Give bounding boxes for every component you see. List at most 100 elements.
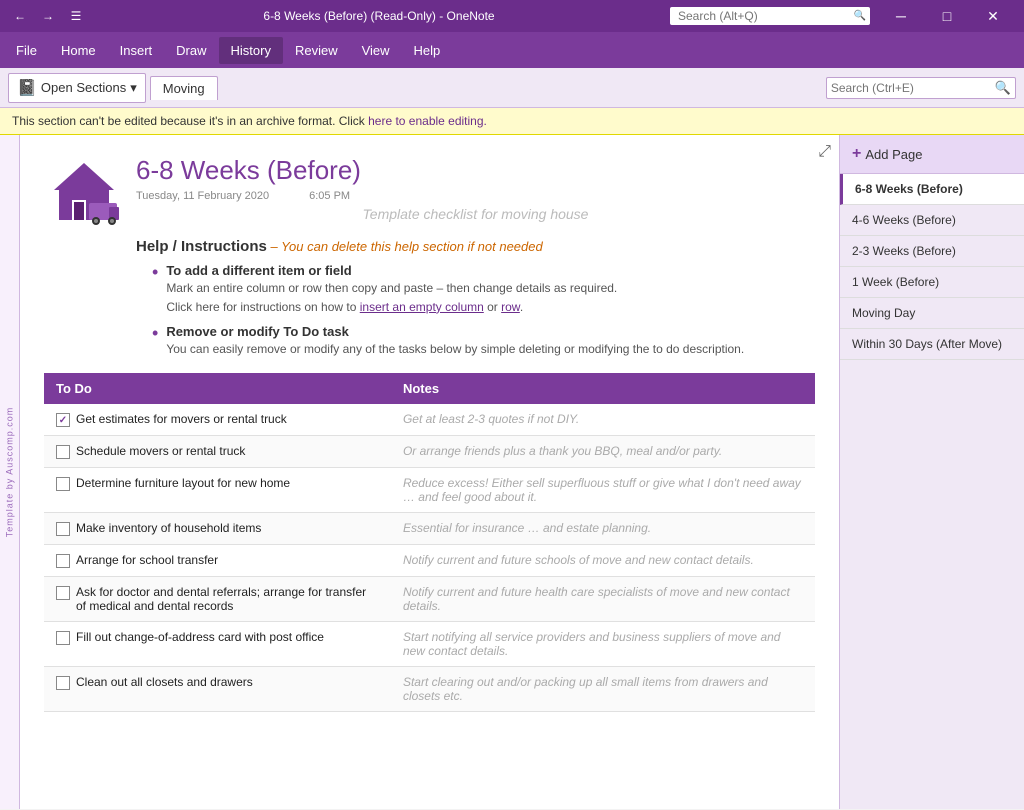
window-title: 6-8 Weeks (Before) (Read-Only) - OneNote (88, 9, 670, 23)
bullet-icon: • (152, 263, 158, 281)
menu-history[interactable]: History (219, 37, 283, 64)
chevron-down-icon: ▾ (130, 80, 137, 96)
menu-home[interactable]: Home (49, 37, 108, 64)
page-item-0[interactable]: 6-8 Weeks (Before) (840, 174, 1024, 205)
task-text-1: Schedule movers or rental truck (76, 444, 245, 458)
toolbar-search: 🔍 (826, 77, 1016, 99)
open-sections-label: Open Sections (41, 80, 126, 95)
help-item-1: • Remove or modify To Do task You can ea… (152, 324, 815, 358)
page-time-value: 6:05 PM (309, 190, 350, 202)
todo-cell-0: Get estimates for movers or rental truck (44, 404, 391, 436)
page-item-4[interactable]: Moving Day (840, 298, 1024, 329)
page-title: 6-8 Weeks (Before) (44, 155, 815, 186)
house-svg (44, 155, 124, 225)
menu-view[interactable]: View (350, 37, 402, 64)
checkbox-7[interactable] (56, 676, 70, 690)
page-list: 6-8 Weeks (Before)4-6 Weeks (Before)2-3 … (840, 174, 1024, 809)
table-row: Clean out all closets and drawersStart c… (44, 667, 815, 712)
watermark: Template by Auscomp.com (0, 135, 20, 809)
search-input[interactable] (831, 81, 991, 95)
table-row: Ask for doctor and dental referrals; arr… (44, 577, 815, 622)
checkbox-1[interactable] (56, 445, 70, 459)
search-icon: 🔍 (995, 80, 1011, 96)
note-cell-3: Essential for insurance … and estate pla… (391, 513, 815, 545)
page-item-3[interactable]: 1 Week (Before) (840, 267, 1024, 298)
checkbox-6[interactable] (56, 631, 70, 645)
row-link[interactable]: row (501, 300, 520, 314)
help-item-1-line0: You can easily remove or modify any of t… (166, 341, 744, 358)
checkbox-5[interactable] (56, 586, 70, 600)
window-controls[interactable]: ─ □ ✕ (878, 0, 1016, 32)
page-item-1[interactable]: 4-6 Weeks (Before) (840, 205, 1024, 236)
minimize-button[interactable]: ─ (878, 0, 924, 32)
todo-cell-7: Clean out all closets and drawers (44, 667, 391, 712)
menu-file[interactable]: File (4, 37, 49, 64)
task-text-6: Fill out change-of-address card with pos… (76, 630, 324, 644)
menu-button[interactable]: ☰ (64, 4, 88, 28)
title-search-wrap (670, 7, 870, 25)
right-panel: + Add Page 6-8 Weeks (Before)4-6 Weeks (… (839, 135, 1024, 809)
todo-cell-6: Fill out change-of-address card with pos… (44, 622, 391, 667)
menu-review[interactable]: Review (283, 37, 350, 64)
help-title: Help / Instructions (136, 238, 267, 255)
help-section: Help / Instructions – You can delete thi… (136, 238, 815, 357)
col-notes: Notes (391, 373, 815, 404)
table-row: Arrange for school transfer Notify curren… (44, 545, 815, 577)
table-row: Get estimates for movers or rental truck… (44, 404, 815, 436)
add-icon: + (852, 145, 861, 163)
help-item-0: • To add a different item or field Mark … (152, 263, 815, 316)
page-date: Tuesday, 11 February 2020 6:05 PM (136, 190, 815, 202)
task-text-3: Make inventory of household items (76, 521, 261, 535)
close-button[interactable]: ✕ (970, 0, 1016, 32)
toolbar: 📓 Open Sections ▾ Moving 🔍 (0, 68, 1024, 108)
add-page-button[interactable]: + Add Page (840, 135, 1024, 174)
enable-editing-link[interactable]: here to enable editing. (368, 114, 487, 128)
add-page-label: Add Page (865, 147, 922, 162)
checkbox-2[interactable] (56, 477, 70, 491)
content-area: ⤢ 6-8 Weeks (Before) Tuesday, 11 (20, 135, 839, 809)
forward-button[interactable]: → (36, 4, 60, 28)
page-item-5[interactable]: Within 30 Days (After Move) (840, 329, 1024, 360)
menu-insert[interactable]: Insert (108, 37, 165, 64)
task-table: To Do Notes Get estimates for movers or … (44, 373, 815, 712)
page-subtitle: Template checklist for moving house (44, 206, 815, 222)
table-row: Make inventory of household items Essenti… (44, 513, 815, 545)
col-todo: To Do (44, 373, 391, 404)
menu-bar: File Home Insert Draw History Review Vie… (0, 32, 1024, 68)
title-search-input[interactable] (670, 7, 870, 25)
notebook-icon: 📓 (17, 78, 37, 98)
notification-text: This section can't be edited because it'… (12, 114, 365, 128)
main-layout: Template by Auscomp.com ⤢ 6-8 (0, 135, 1024, 809)
checkbox-0[interactable] (56, 413, 70, 427)
title-bar: ← → ☰ 6-8 Weeks (Before) (Read-Only) - O… (0, 0, 1024, 32)
note-cell-1: Or arrange friends plus a thank you BBQ,… (391, 436, 815, 468)
insert-column-link[interactable]: insert an empty column (360, 300, 484, 314)
moving-tab[interactable]: Moving (150, 76, 218, 100)
task-text-5: Ask for doctor and dental referrals; arr… (76, 585, 379, 613)
menu-help[interactable]: Help (402, 37, 453, 64)
bullet-icon-2: • (152, 324, 158, 342)
note-cell-4: Notify current and future schools of mov… (391, 545, 815, 577)
page-date-value: Tuesday, 11 February 2020 (136, 190, 269, 202)
task-text-0: Get estimates for movers or rental truck (76, 412, 287, 426)
open-sections-button[interactable]: 📓 Open Sections ▾ (8, 73, 146, 103)
table-row: Fill out change-of-address card with pos… (44, 622, 815, 667)
note-cell-2: Reduce excess! Either sell superfluous s… (391, 468, 815, 513)
todo-cell-1: Schedule movers or rental truck (44, 436, 391, 468)
help-item-0-line0: Mark an entire column or row then copy a… (166, 280, 617, 297)
checkbox-4[interactable] (56, 554, 70, 568)
title-bar-controls[interactable]: ← → ☰ (8, 4, 88, 28)
notification-bar: This section can't be edited because it'… (0, 108, 1024, 135)
task-text-4: Arrange for school transfer (76, 553, 218, 567)
expand-button[interactable]: ⤢ (818, 143, 831, 161)
page-item-2[interactable]: 2-3 Weeks (Before) (840, 236, 1024, 267)
menu-draw[interactable]: Draw (164, 37, 218, 64)
restore-button[interactable]: □ (924, 0, 970, 32)
checkbox-3[interactable] (56, 522, 70, 536)
table-row: Schedule movers or rental truck Or arrang… (44, 436, 815, 468)
note-cell-5: Notify current and future health care sp… (391, 577, 815, 622)
table-row: Determine furniture layout for new homeR… (44, 468, 815, 513)
back-button[interactable]: ← (8, 4, 32, 28)
note-cell-6: Start notifying all service providers an… (391, 622, 815, 667)
task-text-7: Clean out all closets and drawers (76, 675, 253, 689)
